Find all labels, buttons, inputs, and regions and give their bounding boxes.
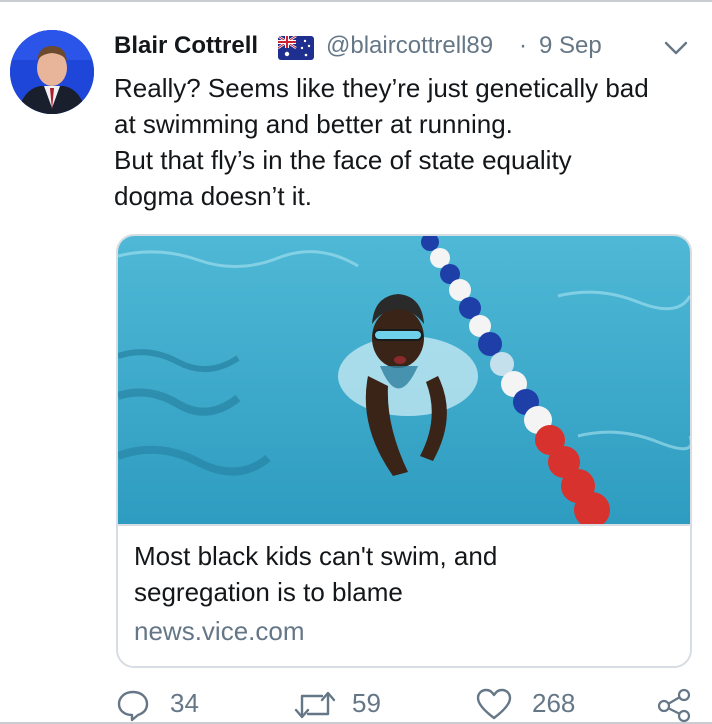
share-icon: [657, 688, 691, 722]
avatar[interactable]: [10, 30, 94, 114]
reply-count: 34: [170, 688, 199, 718]
card-title-line: Most black kids can't swim, and: [134, 541, 498, 571]
card-image: [118, 236, 690, 528]
header-separator: ·: [519, 32, 527, 59]
link-card[interactable]: Most black kids can't swim, and segregat…: [116, 234, 692, 668]
heart-icon: [476, 688, 512, 720]
like-count: 268: [532, 688, 576, 718]
like-button[interactable]: 268: [476, 684, 586, 722]
avatar-image: [10, 30, 94, 114]
card-title[interactable]: Most black kids can't swim, and segregat…: [134, 538, 674, 610]
share-button[interactable]: [656, 684, 692, 722]
tweet-text-line: Really? Seems like they’re just genetica…: [114, 73, 649, 103]
retweet-count: 59: [352, 688, 381, 718]
chevron-down-icon[interactable]: [662, 34, 690, 62]
top-divider: [0, 0, 712, 2]
author-handle[interactable]: @blaircottrell89: [326, 32, 493, 60]
australia-flag-icon: [278, 36, 314, 60]
tweet-actions: 34 59 268: [0, 684, 712, 724]
retweet-icon: [294, 691, 336, 719]
tweet-text-line: at swimming and better at running.: [114, 109, 513, 139]
card-domain[interactable]: news.vice.com: [134, 616, 305, 647]
tweet-text-line: But that fly’s in the face of state equa…: [114, 145, 572, 175]
reply-icon: [117, 690, 149, 722]
tweet-text-line: dogma doesn’t it.: [114, 181, 313, 211]
author-name[interactable]: Blair Cottrell: [114, 32, 258, 60]
retweet-button[interactable]: 59: [294, 684, 394, 722]
reply-button[interactable]: 34: [116, 684, 216, 722]
tweet-text: Really? Seems like they’re just genetica…: [114, 70, 704, 214]
card-title-line: segregation is to blame: [134, 577, 403, 607]
tweet-header: Blair Cottrell @blaircottrell89 · 9 Sep: [114, 30, 704, 66]
tweet-date[interactable]: 9 Sep: [539, 32, 602, 60]
